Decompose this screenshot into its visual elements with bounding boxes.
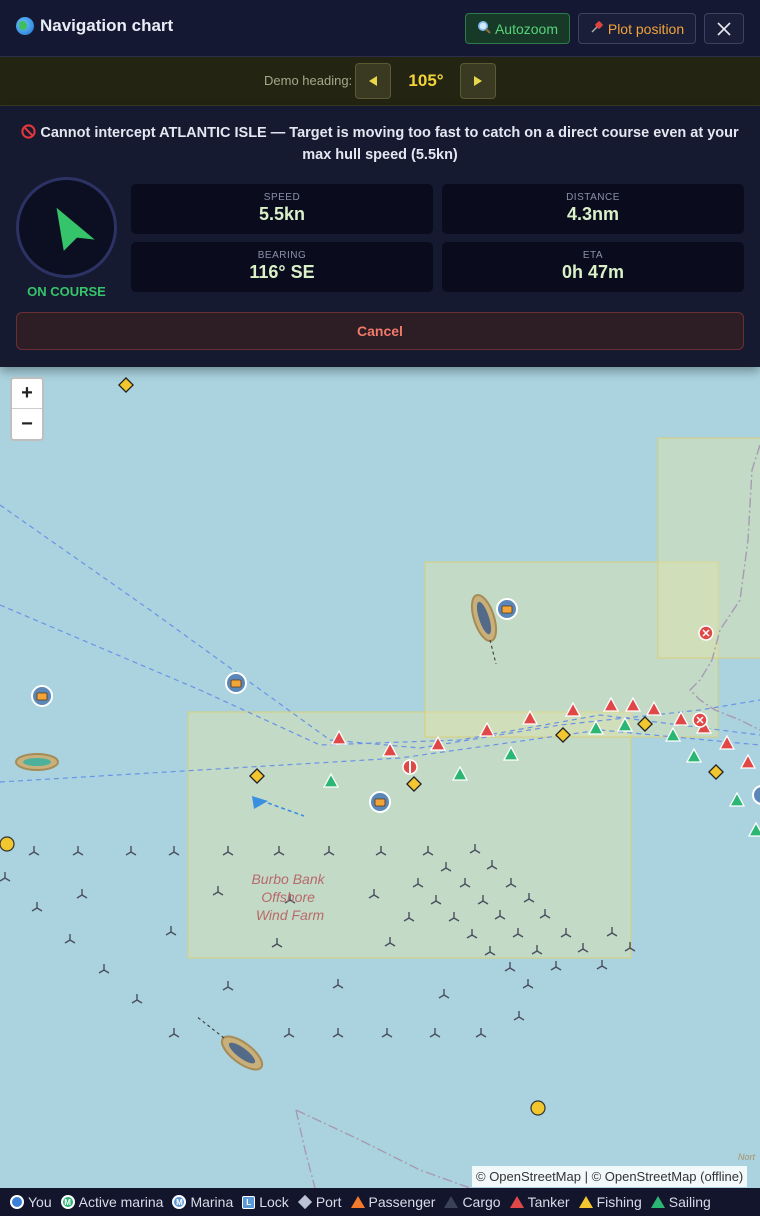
demo-heading-value: 105° bbox=[408, 71, 444, 90]
marina-icon: M bbox=[172, 1195, 187, 1209]
hazard-icon[interactable] bbox=[692, 712, 708, 728]
legend-lock: L Lock bbox=[242, 1194, 289, 1210]
autozoom-label: Autozoom bbox=[494, 20, 559, 37]
lock-icon: L bbox=[242, 1195, 256, 1209]
marina-icon[interactable] bbox=[31, 685, 53, 707]
pushpin-icon bbox=[590, 20, 604, 37]
triangle-right-icon bbox=[474, 76, 482, 86]
stat-eta-value: 0h 47m bbox=[561, 262, 625, 282]
cargo-triangle-icon bbox=[444, 1196, 459, 1208]
stat-distance: DISTANCE 4.3nm bbox=[442, 184, 744, 234]
intercept-panel: Cannot intercept ATLANTIC ISLE — Target … bbox=[0, 106, 760, 367]
intercept-warning: Cannot intercept ATLANTIC ISLE — Target … bbox=[20, 122, 740, 166]
demo-heading-bar: Demo heading: 105° bbox=[0, 57, 760, 106]
stat-eta-label: ETA bbox=[582, 250, 604, 261]
legend-active-marina: M Active marina bbox=[60, 1194, 164, 1210]
restricted-zone bbox=[657, 437, 760, 659]
autozoom-button[interactable]: Autozoom bbox=[465, 13, 570, 44]
stat-bearing-label: BEARING bbox=[257, 250, 307, 261]
you-dot-icon bbox=[10, 1195, 24, 1209]
lighthouse-icon[interactable] bbox=[402, 759, 418, 775]
legend-passenger: Passenger bbox=[350, 1194, 436, 1210]
legend-tanker: Tanker bbox=[509, 1194, 570, 1210]
map-edge-label: Nort bbox=[738, 1152, 756, 1162]
course-arrow-icon bbox=[56, 207, 95, 251]
plot-position-button[interactable]: Plot position bbox=[578, 13, 696, 44]
marina-icon[interactable] bbox=[225, 672, 247, 694]
legend-label: Tanker bbox=[527, 1194, 570, 1210]
fishing-triangle-icon bbox=[578, 1196, 593, 1208]
app-header: Navigation chart Autozoom Plot position bbox=[0, 0, 760, 57]
map-attribution: © OpenStreetMap | © OpenStreetMap (offli… bbox=[472, 1166, 748, 1187]
page-title-wrap: Navigation chart bbox=[16, 16, 173, 36]
stat-bearing-value: 116° SE bbox=[249, 262, 315, 282]
course-status: ON COURSE bbox=[27, 284, 106, 299]
tanker-triangle-icon bbox=[509, 1196, 524, 1208]
marina-icon[interactable] bbox=[369, 791, 391, 813]
cancel-intercept-button[interactable]: Cancel bbox=[16, 312, 744, 350]
heading-decrease-button[interactable] bbox=[355, 63, 391, 99]
plot-position-label: Plot position bbox=[607, 20, 685, 37]
restricted-zone bbox=[187, 711, 632, 959]
intercept-warning-text: Cannot intercept ATLANTIC ISLE — Target … bbox=[40, 125, 739, 163]
legend-marina: M Marina bbox=[172, 1194, 233, 1210]
stat-speed-value: 5.5kn bbox=[258, 204, 306, 224]
stat-eta: ETA 0h 47m bbox=[442, 242, 744, 292]
legend-label: Marina bbox=[190, 1194, 234, 1210]
port-diamond-icon bbox=[297, 1194, 312, 1210]
stat-bearing: BEARING 116° SE bbox=[131, 242, 433, 292]
legend-label: Lock bbox=[259, 1194, 289, 1210]
stat-distance-value: 4.3nm bbox=[566, 204, 620, 224]
vessel-moored[interactable] bbox=[15, 753, 59, 771]
active-marina-icon: M bbox=[60, 1195, 75, 1209]
hazard-icon[interactable] bbox=[698, 625, 714, 641]
passenger-triangle-icon bbox=[350, 1196, 365, 1208]
legend-sailing: Sailing bbox=[650, 1194, 711, 1210]
legend-label: Port bbox=[315, 1194, 342, 1210]
demo-heading-label: Demo heading: bbox=[264, 73, 353, 88]
map-legend: You M Active marina M Marina L Lock Port… bbox=[0, 1188, 760, 1216]
marina-icon[interactable] bbox=[496, 598, 518, 620]
zoom-out-button[interactable]: − bbox=[12, 409, 42, 439]
stat-speed-label: SPEED bbox=[263, 192, 301, 203]
legend-cargo: Cargo bbox=[444, 1194, 501, 1210]
heading-increase-button[interactable] bbox=[460, 63, 496, 99]
triangle-left-icon bbox=[369, 76, 377, 86]
stat-distance-label: DISTANCE bbox=[566, 192, 620, 203]
wind-farm-label: Burbo Bank Offshore Wind Farm bbox=[251, 871, 328, 923]
legend-port: Port bbox=[297, 1194, 342, 1210]
buoy-icon[interactable] bbox=[530, 1100, 546, 1116]
legend-you: You bbox=[10, 1194, 52, 1210]
globe-icon bbox=[16, 17, 34, 35]
legend-label: Passenger bbox=[368, 1194, 436, 1210]
buoy-icon[interactable] bbox=[0, 836, 15, 852]
legend-label: Active marina bbox=[78, 1194, 164, 1210]
page-title: Navigation chart bbox=[40, 16, 174, 35]
legend-fishing: Fishing bbox=[578, 1194, 642, 1210]
stat-speed: SPEED 5.5kn bbox=[131, 184, 433, 234]
close-icon bbox=[717, 21, 731, 36]
legend-label: You bbox=[28, 1194, 52, 1210]
legend-label: Fishing bbox=[596, 1194, 642, 1210]
prohibited-icon bbox=[21, 124, 36, 139]
close-button[interactable] bbox=[704, 13, 744, 44]
magnifier-icon bbox=[477, 20, 491, 37]
heading-compass bbox=[16, 177, 117, 278]
zoom-in-button[interactable]: + bbox=[12, 379, 42, 409]
legend-label: Sailing bbox=[668, 1194, 711, 1210]
legend-label: Cargo bbox=[462, 1194, 501, 1210]
zoom-control: + − bbox=[10, 377, 44, 441]
sailing-triangle-icon bbox=[650, 1196, 665, 1208]
